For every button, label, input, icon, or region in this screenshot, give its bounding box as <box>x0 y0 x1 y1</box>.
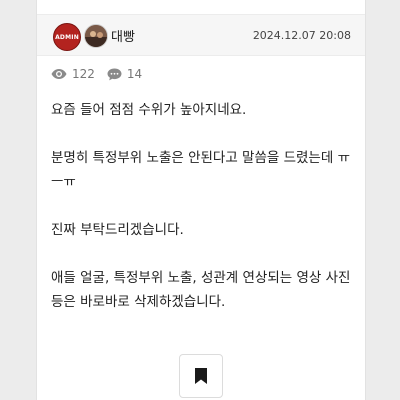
comment-count-value: 14 <box>126 67 143 81</box>
avatar[interactable] <box>84 24 108 48</box>
comment-icon <box>107 68 122 80</box>
post-paragraph: 요즘 들어 점점 수위가 높아지네요. <box>51 102 247 118</box>
post-card: ADMIN 대빵 2024.12.07 20:08 122 14 요즘 들어 점… <box>36 0 366 400</box>
post-stats: 122 14 <box>51 66 154 82</box>
view-count: 122 <box>51 67 95 81</box>
eye-icon <box>51 69 67 79</box>
post-paragraph: 분명히 특정부위 노출은 안된다고 말씀을 드렸는데 ㅠㅡㅠ <box>51 150 350 190</box>
post-paragraph: 진짜 부탁드리겠습니다. <box>51 222 184 238</box>
bookmark-button[interactable] <box>179 354 223 398</box>
post-content: 요즘 들어 점점 수위가 높아지네요. 분명히 특정부위 노출은 안된다고 말씀… <box>51 98 355 338</box>
bookmark-icon <box>195 368 207 384</box>
admin-badge: ADMIN <box>53 23 81 51</box>
comment-count: 14 <box>107 67 142 81</box>
view-count-value: 122 <box>72 67 95 81</box>
post-date: 2024.12.07 20:08 <box>252 29 351 42</box>
post-header: ADMIN 대빵 2024.12.07 20:08 <box>37 14 365 56</box>
post-paragraph: 애들 얼굴, 특정부위 노출, 성관계 연상되는 영상 사진 등은 바로바로 삭… <box>51 270 351 310</box>
author-name[interactable]: 대빵 <box>111 26 135 45</box>
